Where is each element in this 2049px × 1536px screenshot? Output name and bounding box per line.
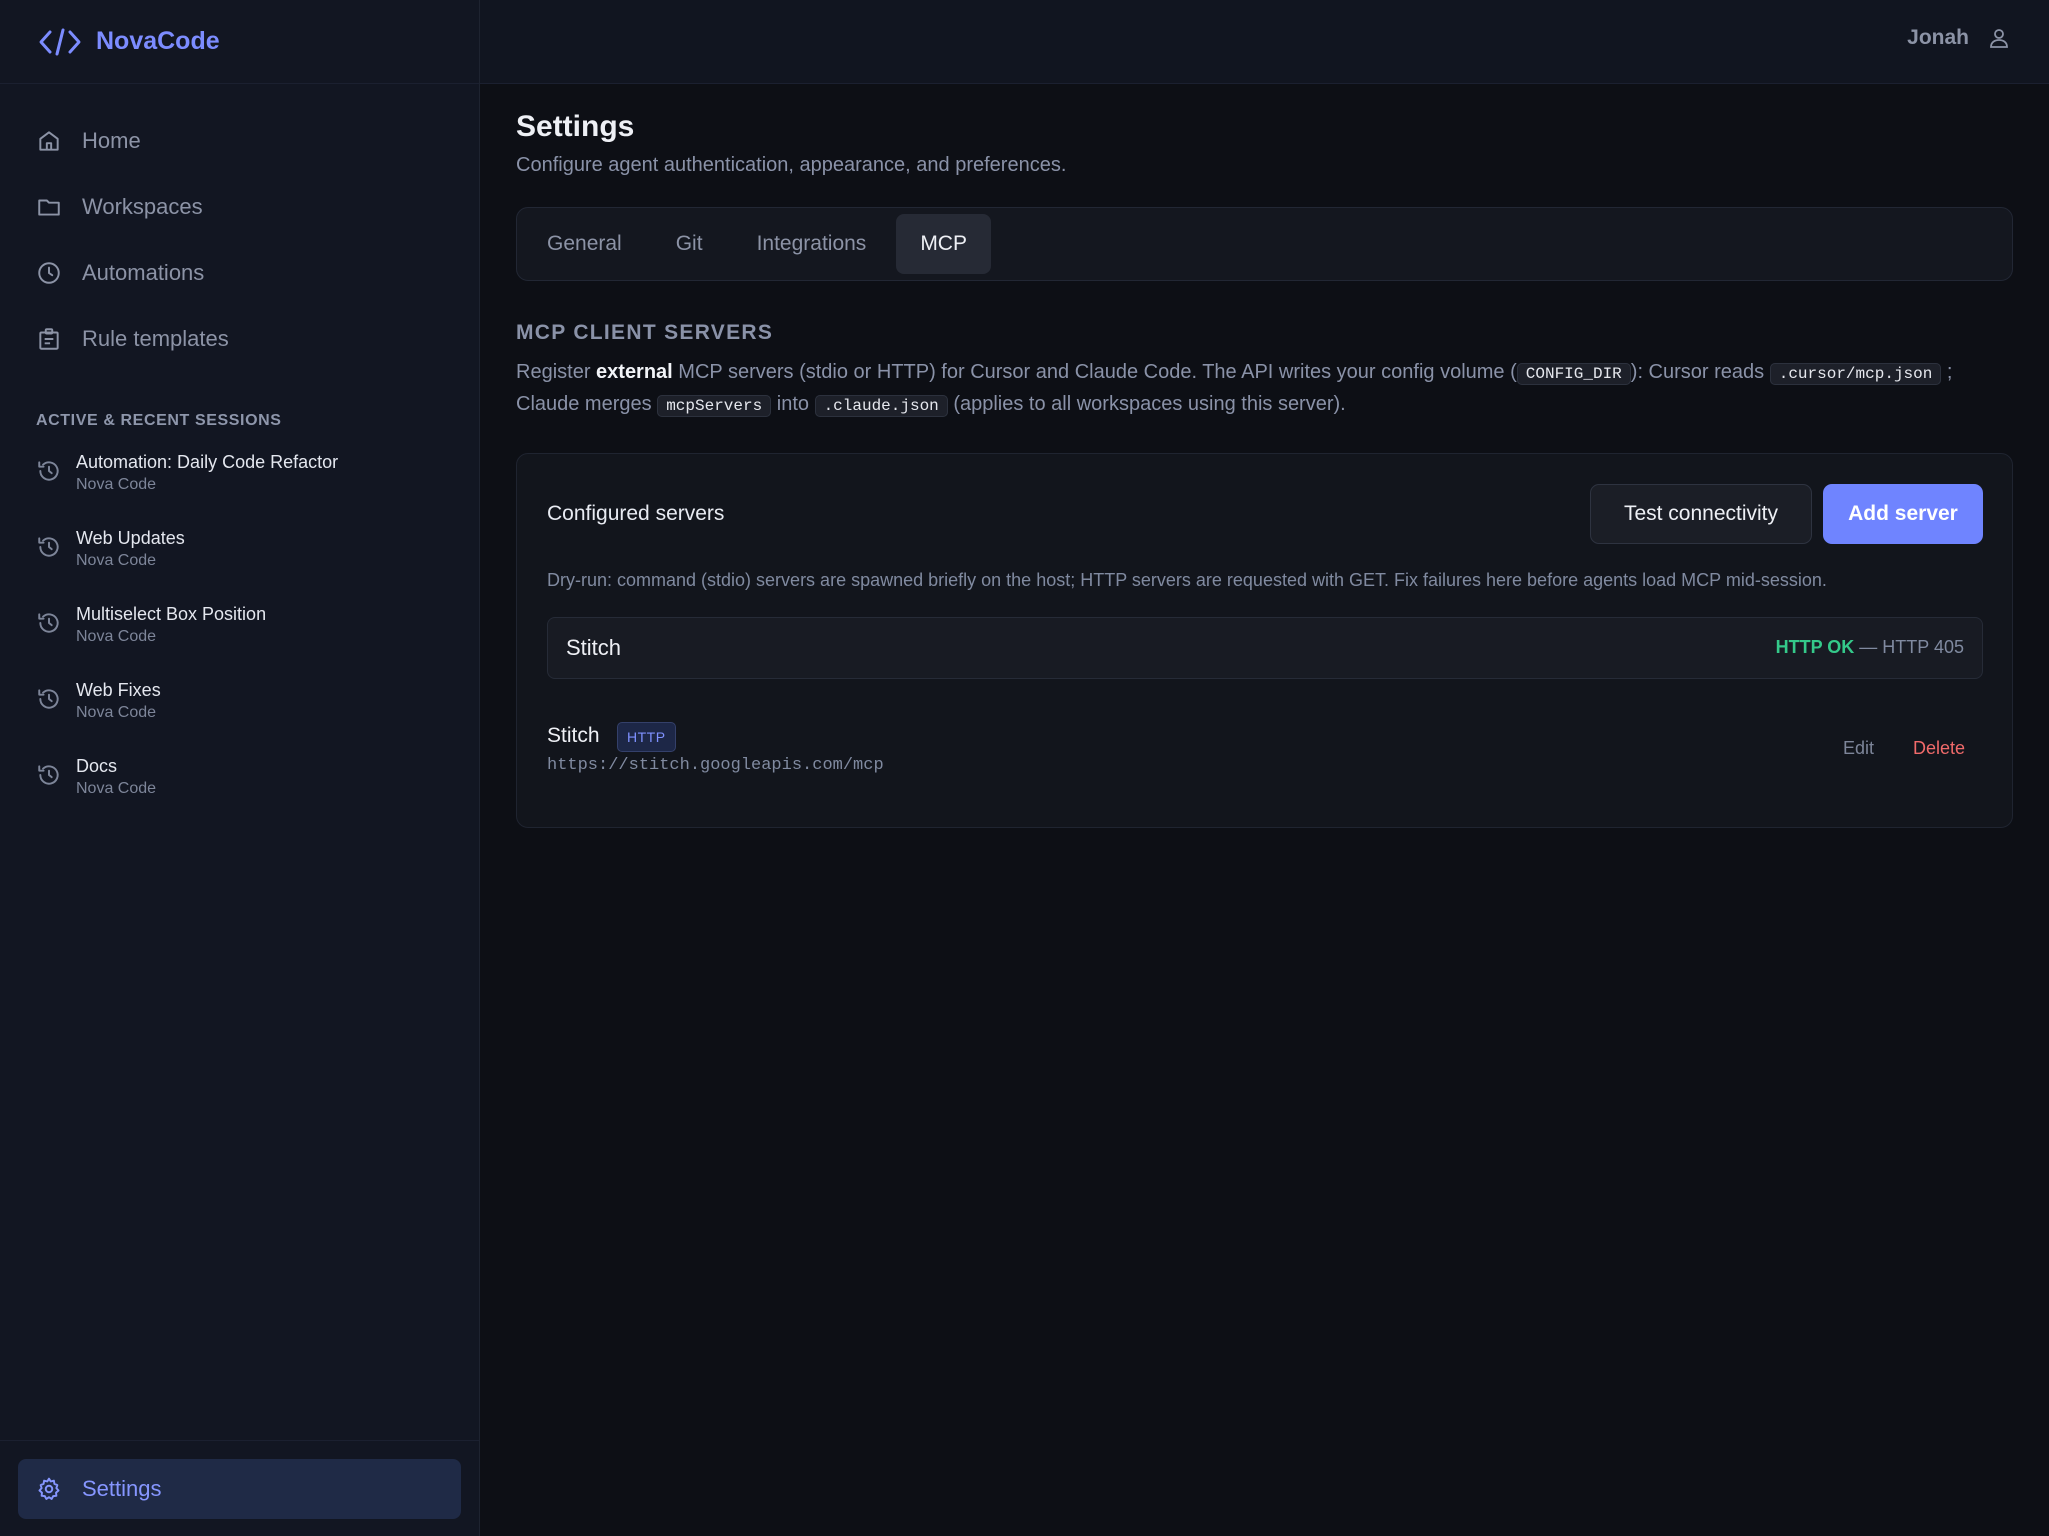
brand[interactable]: NovaCode xyxy=(0,0,479,84)
session-item[interactable]: Multiselect Box Position Nova Code xyxy=(0,594,479,670)
gear-icon xyxy=(38,1477,60,1500)
sidebar-item-automations[interactable]: Automations xyxy=(0,240,479,306)
sessions-list: Automation: Daily Code Refactor Nova Cod… xyxy=(0,442,479,822)
card-title: Configured servers xyxy=(547,502,725,525)
code-cursor-mcp: .cursor/mcp.json xyxy=(1769,363,1942,385)
folder-icon xyxy=(38,199,60,216)
brand-name: NovaCode xyxy=(96,27,220,55)
session-item[interactable]: Automation: Daily Code Refactor Nova Cod… xyxy=(0,442,479,518)
history-icon xyxy=(38,689,59,709)
code-config-dir: CONFIG_DIR xyxy=(1516,363,1631,385)
desc-text: into xyxy=(771,393,815,415)
delete-server-button[interactable]: Delete xyxy=(1913,738,1965,759)
tab-mcp[interactable]: MCP xyxy=(896,214,991,274)
result-server-name: Stitch xyxy=(566,635,622,660)
sidebar-item-rule-templates[interactable]: Rule templates xyxy=(0,306,479,372)
session-title: Docs xyxy=(76,756,118,776)
result-status: HTTP OK — HTTP 405 xyxy=(1776,637,1964,658)
desc-text: (applies to all workspaces using this se… xyxy=(947,393,1346,415)
history-icon xyxy=(38,613,59,633)
server-name: Stitch xyxy=(547,724,600,747)
history-icon xyxy=(38,537,59,557)
code-mcp-servers: mcpServers xyxy=(657,395,772,417)
page-title: Settings xyxy=(516,110,635,143)
main-content: Settings Configure agent authentication,… xyxy=(516,84,2013,828)
sidebar-item-label: Home xyxy=(82,128,141,153)
session-title: Web Fixes xyxy=(76,680,161,700)
edit-server-button[interactable]: Edit xyxy=(1843,738,1874,759)
tab-integrations[interactable]: Integrations xyxy=(733,214,891,274)
session-title: Multiselect Box Position xyxy=(76,604,267,624)
session-item[interactable]: Web Updates Nova Code xyxy=(0,518,479,594)
add-server-button[interactable]: Add server xyxy=(1823,484,1983,544)
session-workspace: Nova Code xyxy=(76,780,157,797)
desc-emphasis: external xyxy=(596,361,673,383)
sidebar-item-label: Workspaces xyxy=(82,194,203,219)
settings-label: Settings xyxy=(82,1476,162,1501)
session-workspace: Nova Code xyxy=(76,704,157,721)
dry-run-note: Dry-run: command (stdio) servers are spa… xyxy=(547,570,1827,590)
desc-text: ): Cursor reads xyxy=(1630,361,1770,383)
sidebar-item-workspaces[interactable]: Workspaces xyxy=(0,174,479,240)
session-workspace: Nova Code xyxy=(76,628,157,645)
page-subtitle: Configure agent authentication, appearan… xyxy=(516,154,1067,176)
sidebar: NovaCode Home Workspaces Automations Rul… xyxy=(0,0,480,1536)
sessions-heading: ACTIVE & RECENT SESSIONS xyxy=(36,412,282,429)
clipboard-icon xyxy=(39,328,59,350)
server-type-badge: HTTP xyxy=(617,722,676,752)
session-title: Automation: Daily Code Refactor xyxy=(76,452,339,472)
user-menu[interactable]: Jonah xyxy=(1907,26,2011,50)
topbar: Jonah xyxy=(480,0,2049,84)
connectivity-result: Stitch HTTP OK — HTTP 405 xyxy=(547,617,1983,679)
history-icon xyxy=(38,765,59,785)
session-workspace: Nova Code xyxy=(76,476,157,493)
test-connectivity-button[interactable]: Test connectivity xyxy=(1590,484,1812,544)
status-ok: HTTP OK xyxy=(1775,637,1855,657)
mcp-description: Register external MCP servers (stdio or … xyxy=(516,357,2013,421)
sidebar-item-home[interactable]: Home xyxy=(0,108,479,174)
session-item[interactable]: Docs Nova Code xyxy=(0,746,479,822)
tab-general[interactable]: General xyxy=(523,214,646,274)
user-icon xyxy=(1990,29,2008,48)
session-workspace: Nova Code xyxy=(76,552,157,569)
server-url: https://stitch.googleapis.com/mcp xyxy=(547,756,884,775)
session-item[interactable]: Web Fixes Nova Code xyxy=(0,670,479,746)
status-detail: — HTTP 405 xyxy=(1854,637,1964,657)
configured-servers-card: Configured servers Test connectivity Add… xyxy=(516,453,2013,828)
code-claude-json: .claude.json xyxy=(814,395,948,417)
settings-tabs: General Git Integrations MCP xyxy=(516,207,2013,281)
clock-icon xyxy=(38,262,60,284)
tab-git[interactable]: Git xyxy=(652,214,727,274)
desc-text: Register xyxy=(516,361,597,383)
sidebar-footer: Settings xyxy=(0,1440,479,1536)
code-brackets-icon xyxy=(39,28,81,55)
home-icon xyxy=(39,131,59,151)
session-title: Web Updates xyxy=(76,528,185,548)
sidebar-nav: Home Workspaces Automations Rule templat… xyxy=(0,84,479,372)
desc-text: MCP servers (stdio or HTTP) for Cursor a… xyxy=(672,361,1517,383)
sidebar-item-settings[interactable]: Settings xyxy=(18,1459,461,1519)
user-name: Jonah xyxy=(1907,26,1969,49)
history-icon xyxy=(38,461,59,481)
sidebar-item-label: Rule templates xyxy=(82,326,229,351)
sidebar-item-label: Automations xyxy=(82,260,205,285)
section-heading: MCP CLIENT SERVERS xyxy=(516,321,774,344)
